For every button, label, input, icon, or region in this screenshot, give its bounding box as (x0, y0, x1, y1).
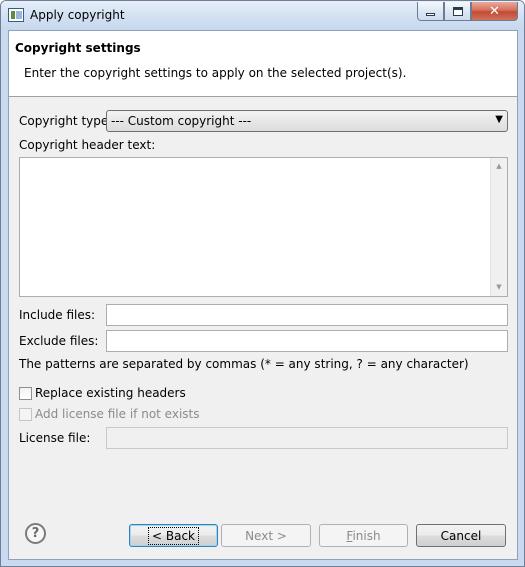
license-file-label: License file: (19, 431, 91, 445)
vertical-scrollbar[interactable]: ▲ ▼ (490, 158, 507, 296)
next-button[interactable]: Next > (221, 524, 311, 547)
license-file-input[interactable] (106, 427, 508, 449)
back-button-label: < Back (147, 526, 200, 545)
cancel-button[interactable]: Cancel (416, 524, 506, 547)
copyright-type-select[interactable]: --- Custom copyright --- ▼ (106, 110, 508, 132)
exclude-files-label: Exclude files: (19, 334, 99, 348)
add-license-checkbox[interactable] (19, 408, 32, 421)
maximize-button[interactable] (444, 2, 471, 21)
minimize-icon (426, 13, 435, 16)
dialog-client-area: Copyright settings Enter the copyright s… (8, 30, 518, 560)
apply-copyright-dialog: Apply copyright ✕ Copyright settings Ent… (0, 0, 525, 567)
next-button-label: Next > (245, 528, 287, 543)
add-license-label: Add license file if not exists (35, 407, 200, 421)
back-button[interactable]: < Back (129, 524, 218, 547)
wizard-header: Copyright settings Enter the copyright s… (9, 31, 517, 97)
scroll-up-icon[interactable]: ▲ (491, 158, 507, 175)
include-files-label: Include files: (19, 308, 96, 322)
finish-button[interactable]: Finish (319, 524, 408, 547)
replace-headers-checkbox[interactable] (19, 387, 32, 400)
replace-headers-label[interactable]: Replace existing headers (35, 386, 186, 400)
page-description: Enter the copyright settings to apply on… (24, 66, 407, 80)
app-icon (8, 8, 24, 22)
finish-button-label: Finish (346, 528, 381, 543)
close-button[interactable]: ✕ (471, 2, 518, 21)
page-title: Copyright settings (15, 41, 141, 55)
copyright-header-textarea[interactable]: ▲ ▼ (19, 157, 508, 297)
copyright-type-value: --- Custom copyright --- (111, 114, 252, 128)
copyright-type-label: Copyright type: (19, 114, 113, 128)
help-icon[interactable]: ? (25, 523, 46, 544)
header-text-label: Copyright header text: (19, 138, 156, 152)
scroll-down-icon[interactable]: ▼ (491, 279, 507, 296)
chevron-down-icon: ▼ (495, 114, 503, 125)
cancel-button-label: Cancel (440, 528, 482, 543)
minimize-button[interactable] (417, 2, 444, 21)
close-icon: ✕ (489, 3, 500, 19)
title-bar[interactable]: Apply copyright ✕ (1, 1, 524, 30)
maximize-icon (452, 6, 463, 16)
window-title: Apply copyright (30, 8, 125, 22)
patterns-hint: The patterns are separated by commas (* … (19, 357, 469, 371)
include-files-input[interactable] (106, 304, 508, 326)
exclude-files-input[interactable] (106, 330, 508, 352)
